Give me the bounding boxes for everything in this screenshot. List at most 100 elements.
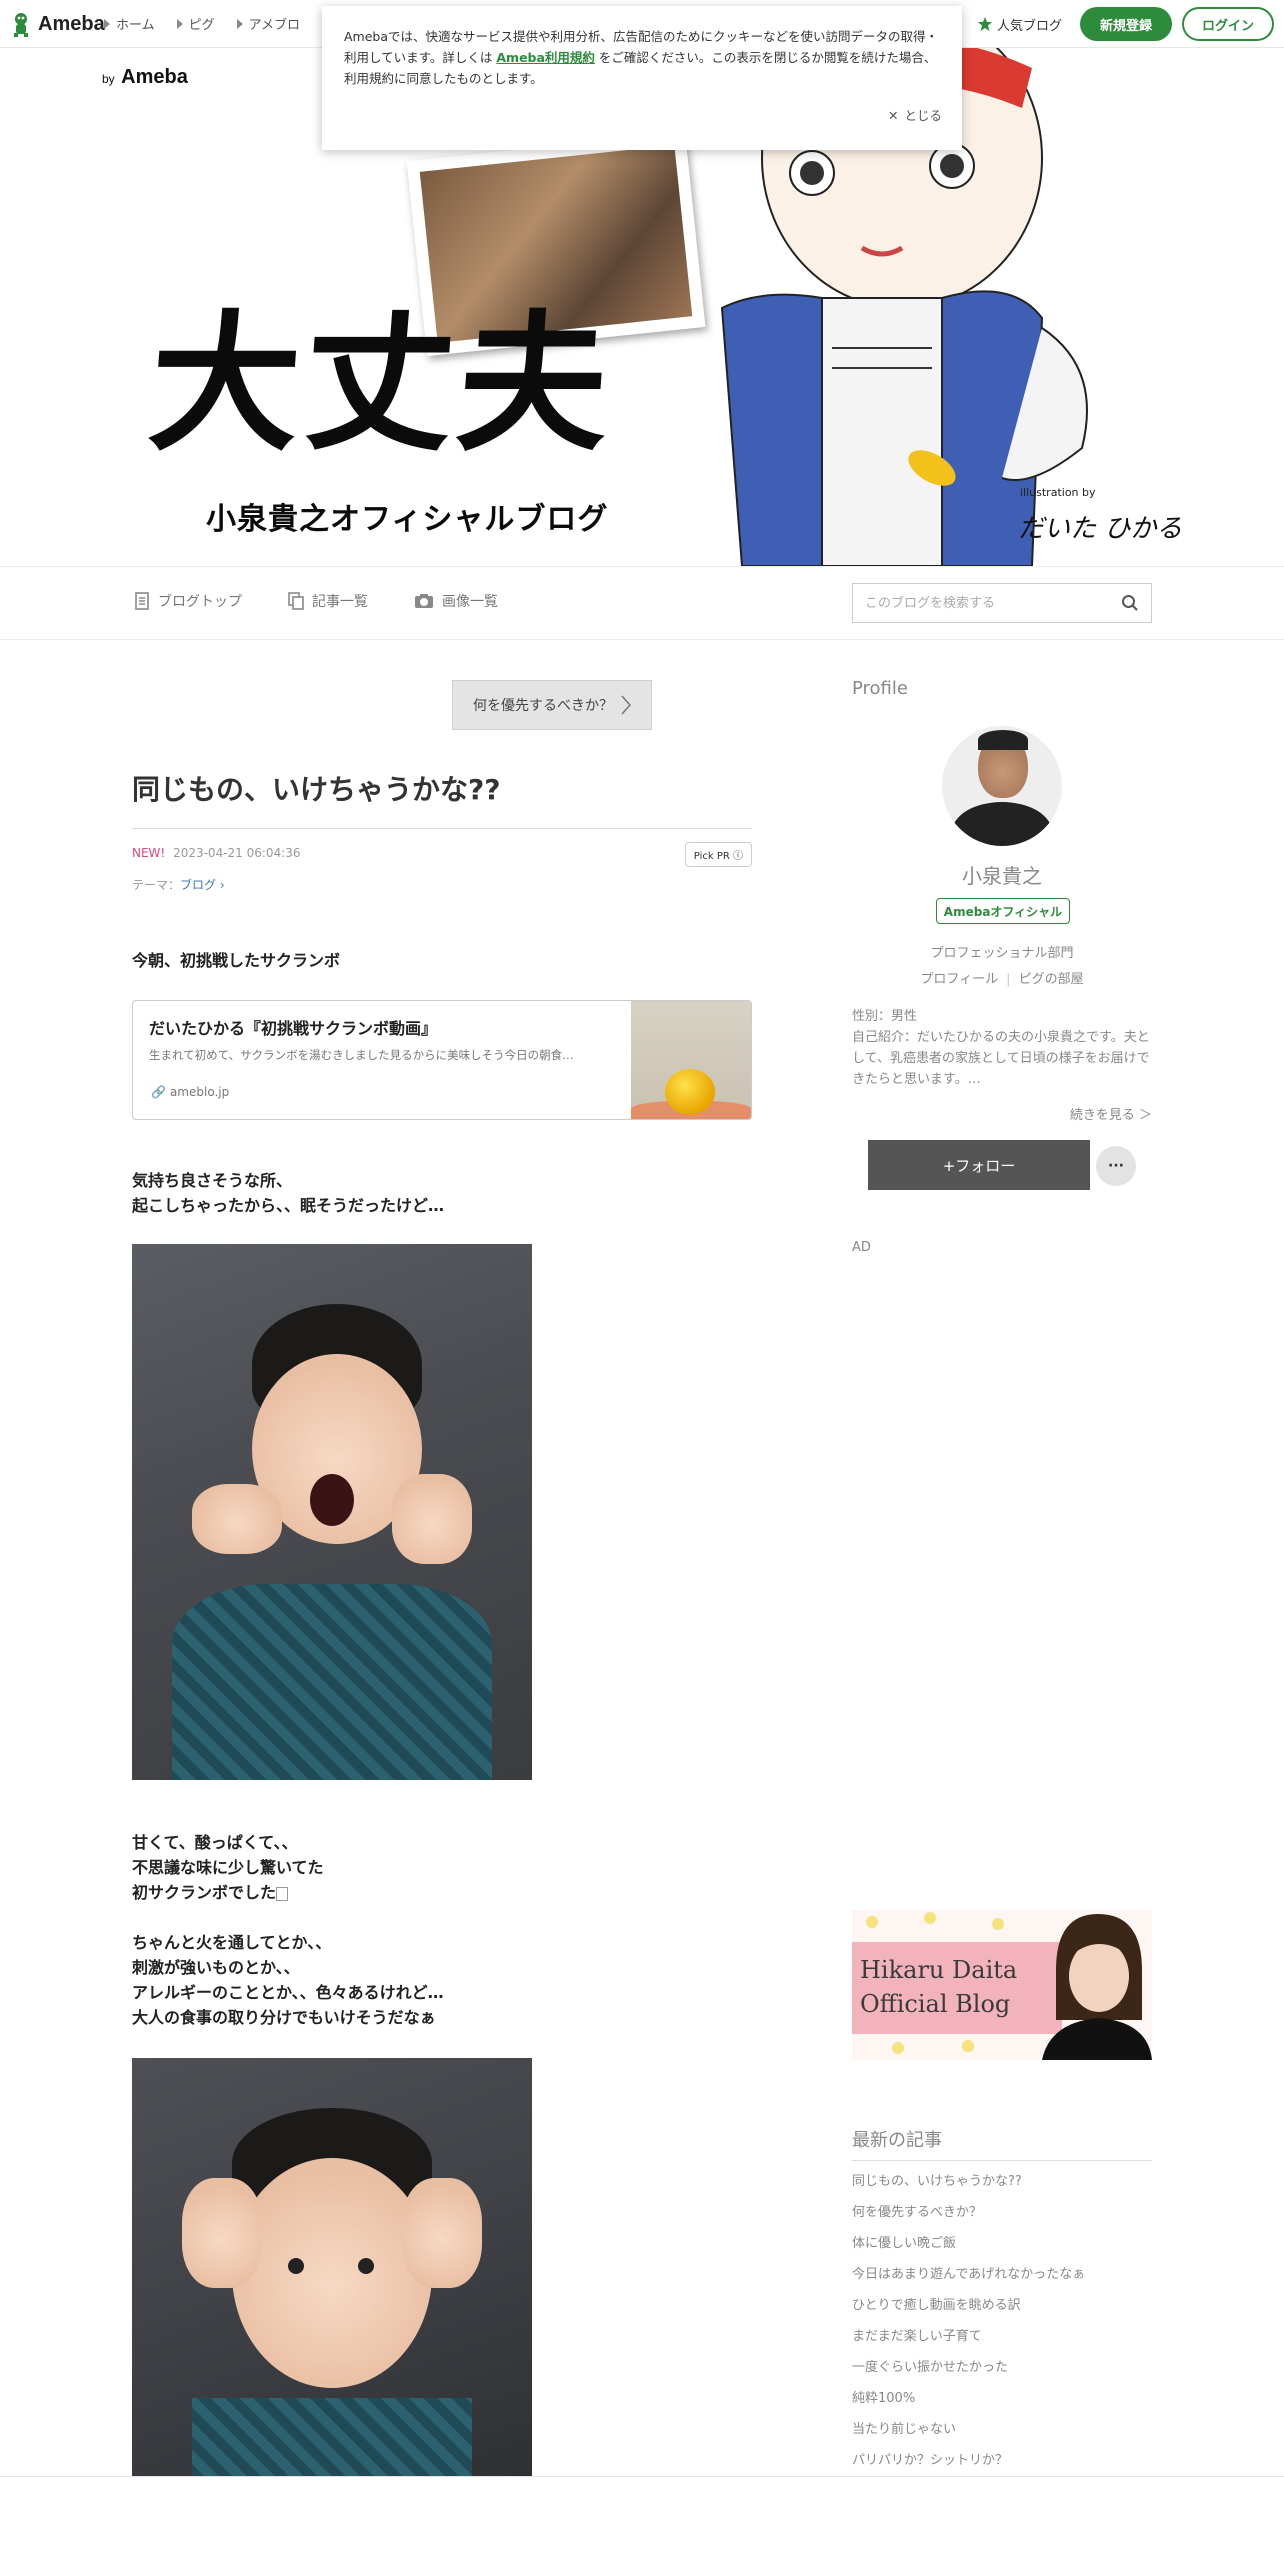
ameba-wordmark: Ameba (121, 66, 188, 88)
latest-entry-link[interactable]: 今日はあまり遊んであげれなかったなぁ (852, 2263, 1152, 2294)
pig-room-link[interactable]: ピグの部屋 (1019, 972, 1084, 987)
ameba-mascot-icon (14, 13, 28, 37)
follow-button[interactable]: +フォロー (868, 1140, 1090, 1190)
nav-blog-top[interactable]: ブログトップ (134, 591, 242, 611)
latest-entry-link[interactable]: まだまだ楽しい子育て (852, 2325, 1152, 2356)
brand-text: Ameba (38, 12, 105, 35)
cookie-notice: Amebaでは、快適なサービス提供や利用分析、広告配信のためにクッキーなどを使い… (322, 6, 962, 150)
latest-entry-link[interactable]: 同じもの、いけちゃうかな?? (852, 2170, 1152, 2201)
nav-blog-top-label: ブログトップ (158, 594, 242, 610)
bottom-overlay-bar (0, 2476, 1284, 2568)
theme-link[interactable]: ブログ (180, 878, 216, 892)
nav-entry-list-label: 記事一覧 (312, 594, 368, 610)
post-line: 不思議な味に少し驚いてた (132, 1858, 324, 1877)
terms-link[interactable]: Ameba利用規約 (496, 50, 595, 65)
post-image-baby-hands[interactable] (132, 2058, 532, 2478)
post-line: 甘くて、酸っぱくて、、 (132, 1833, 298, 1852)
banner-line1: Hikaru Daita (860, 1956, 1018, 1984)
latest-entry-link[interactable]: 純粋100% (852, 2387, 1152, 2418)
post-paragraph: 甘くて、酸っぱくて、、 不思議な味に少し驚いてた 初サクランボでした ちゃんと火… (132, 1830, 444, 2030)
nav-home-label: ホーム (116, 18, 155, 33)
nav-home[interactable]: ホーム (104, 14, 155, 33)
link-card-domain-text: ameblo.jp (169, 1085, 230, 1099)
read-more-link[interactable]: 続きを見る ＞ (1070, 1104, 1152, 1123)
popular-blog-link[interactable]: 人気ブログ (977, 15, 1062, 34)
global-nav: ホーム ピグ アメブロ (104, 14, 300, 33)
nav-image-list-label: 画像一覧 (442, 594, 498, 610)
nav-entry-list[interactable]: 記事一覧 (288, 591, 368, 611)
illustration-credit: illustration by (1020, 486, 1096, 499)
latest-entries-heading: 最新の記事 (852, 2126, 1152, 2161)
more-options-button[interactable]: ··· (1096, 1146, 1136, 1186)
prev-entry-button[interactable]: 何を優先するべきか？ (452, 680, 652, 730)
banner-line2: Official Blog (860, 1990, 1011, 2018)
blog-nav: ブログトップ 記事一覧 画像一覧 (0, 566, 1284, 640)
link-card[interactable]: だいたひかる『初挑戦サクランボ動画』 生まれて初めて、サクランボを湯むきしました… (132, 1000, 752, 1120)
copy-icon (288, 592, 304, 610)
search-icon[interactable] (1121, 594, 1139, 612)
post-theme: テーマ：ブログ › (132, 876, 225, 893)
nav-pig[interactable]: ピグ (176, 14, 215, 33)
link-card-desc: 生まれて初めて、サクランボを湯むきしました見るからに美味しそう今日の朝食… (149, 1048, 574, 1062)
new-badge: NEW! (132, 846, 166, 860)
signup-button[interactable]: 新規登録 (1080, 7, 1172, 41)
pick-pr-badge[interactable]: Pick PR ⓘ (684, 842, 752, 867)
camera-icon (415, 594, 433, 608)
profile-name[interactable]: 小泉貴之 (852, 860, 1152, 889)
latest-entry-link[interactable]: 当たり前じゃない (852, 2418, 1152, 2449)
theme-label: テーマ： (132, 878, 181, 892)
login-button[interactable]: ログイン (1182, 7, 1274, 41)
profile-gender: 性別：男性 (852, 1009, 918, 1024)
post-paragraph: 今朝、初挑戦したサクランボ (132, 951, 341, 970)
profile-links: プロフィール | ピグの部屋 (920, 972, 1084, 987)
nav-image-list[interactable]: 画像一覧 (414, 591, 498, 611)
latest-entries-list: 同じもの、いけちゃうかな?? 何を優先するべきか？ 体に優しい晩ご飯 今日はあま… (852, 2170, 1152, 2480)
woman-portrait (1042, 1914, 1152, 2060)
post-line: 気持ち良さそうな所、 (132, 1171, 293, 1190)
star-icon (977, 17, 992, 31)
post-line: 起こしちゃったから、、眠そうだったけど… (132, 1196, 445, 1215)
latest-entry-link[interactable]: ひとりで癒し動画を眺める訳 (852, 2294, 1152, 2325)
header-actions: 人気ブログ 新規登録 ログイン (977, 7, 1274, 41)
post-line: 大人の食事の取り分けでもいけそうだなぁ (132, 2008, 436, 2027)
link-card-title: だいたひかる『初挑戦サクランボ動画』 (149, 1019, 438, 1038)
post-line: ちゃんと火を通してとか、、 (132, 1933, 332, 1952)
profile-category: プロフェッショナル部門 (930, 946, 1074, 961)
profile-link[interactable]: プロフィール (920, 972, 998, 987)
official-badge: Amebaオフィシャル (936, 898, 1070, 924)
post-meta: NEW! 2023-04-21 06:04:36 Pick PR ⓘ (132, 842, 752, 867)
by-ameba-logo: by Ameba (102, 66, 188, 89)
ad-label: AD (852, 1240, 871, 1255)
post-image-baby-yawning[interactable] (132, 1244, 532, 1780)
post-line-text: 初サクランボでした (132, 1883, 277, 1902)
close-icon: ✕ (888, 108, 899, 123)
nav-ameblo[interactable]: アメブロ (236, 14, 300, 33)
avatar[interactable] (942, 726, 1062, 846)
chevron-right-icon (621, 695, 631, 715)
post-line: 初サクランボでした (132, 1880, 444, 1905)
post-paragraph: 気持ち良さそうな所、 起こしちゃったから、、眠そうだったけど… (132, 1168, 444, 1218)
hikaru-daita-blog-banner[interactable]: Hikaru Daita Official Blog (852, 1910, 1152, 2060)
cookie-close-button[interactable]: ✕ とじる (888, 105, 942, 126)
ameba-logo[interactable]: Ameba (10, 10, 105, 38)
illustrator-signature: だいた ひかる (1018, 514, 1183, 544)
latest-entry-link[interactable]: 何を優先するべきか？ (852, 2201, 1152, 2232)
link-card-domain: 🔗 ameblo.jp (151, 1085, 229, 1099)
caret-right-icon (236, 18, 243, 29)
post-date: 2023-04-21 06:04:36 (173, 846, 301, 860)
profile-bio: 性別：男性 自己紹介：だいたひかるの夫の小泉貴之です。夫として、乳癌患者の家族と… (852, 1006, 1152, 1090)
link-icon: 🔗 (151, 1085, 166, 1099)
profile-intro: 自己紹介：だいたひかるの夫の小泉貴之です。夫として、乳癌患者の家族として日頃の様… (852, 1030, 1150, 1087)
caret-right-icon (104, 18, 110, 29)
post-title: 同じもの、いけちゃうかな?? (132, 768, 752, 829)
document-icon (135, 592, 149, 610)
by-label: by (102, 72, 115, 86)
nav-pig-label: ピグ (188, 18, 215, 33)
latest-entry-link[interactable]: 体に優しい晩ご飯 (852, 2232, 1152, 2263)
chevron-right-icon: › (219, 878, 225, 892)
blog-search-input[interactable] (853, 584, 1103, 622)
prev-entry-label: 何を優先するべきか？ (473, 698, 613, 714)
latest-entry-link[interactable]: 一度ぐらい振かせたかった (852, 2356, 1152, 2387)
post-line: 刺激が強いものとか、、 (132, 1958, 300, 1977)
broken-image-icon (276, 1886, 289, 1901)
